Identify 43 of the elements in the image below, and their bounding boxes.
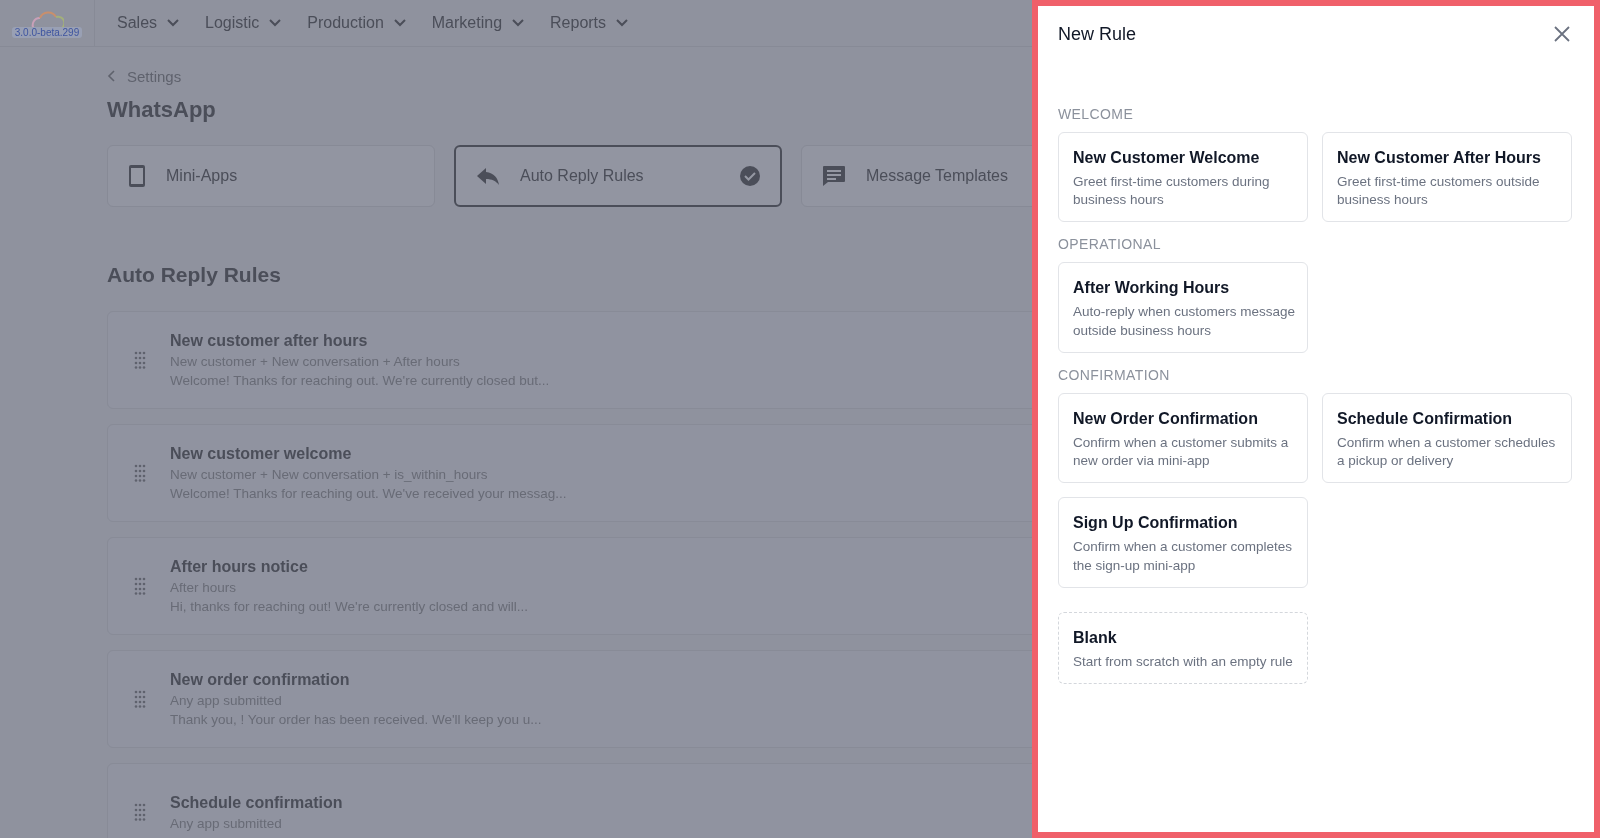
drag-handle-icon[interactable] [134, 803, 146, 821]
phone-icon [128, 164, 146, 188]
drag-handle-icon[interactable] [134, 464, 146, 482]
group-label: CONFIRMATION [1058, 366, 1171, 383]
nav-menu[interactable]: Production [307, 14, 406, 32]
nav-menu[interactable]: Logistic [205, 14, 282, 32]
rule-title: Schedule confirmation [170, 793, 343, 812]
template-card[interactable]: Schedule Confirmation Confirm when a customer schedules a pickup or delivery [1322, 392, 1572, 484]
template-card[interactable]: After Working Hours Auto-reply when customers message outside business hours [1058, 262, 1308, 353]
group-label: WELCOME [1058, 106, 1135, 122]
nav-menu[interactable]: Reports [550, 14, 629, 32]
template-card[interactable]: Sign Up Confirmation Confirm when a customer completes the sign-up mini-app [1058, 497, 1308, 588]
template-card[interactable]: New Customer After Hours Greet first-time customers outside business hours [1322, 132, 1572, 223]
template-card[interactable]: New Order Confirmation Confirm when a customer submits a new order via mini-app [1058, 392, 1308, 484]
settings-tab[interactable]: Auto Reply Rules [454, 145, 782, 207]
message-icon [822, 165, 846, 187]
section-title: Auto Reply Rules [107, 263, 282, 287]
chevron-down-icon [616, 19, 629, 27]
drag-handle-icon[interactable] [134, 690, 146, 708]
settings-tab[interactable]: Message Templates [801, 145, 1032, 207]
chevron-down-icon [512, 19, 525, 27]
drag-handle-icon[interactable] [134, 351, 146, 369]
chevron-down-icon [393, 19, 406, 27]
version-badge: 3.0.0-beta.299 [11, 26, 83, 38]
nav-menu[interactable]: Marketing [431, 14, 525, 32]
close-icon [1554, 26, 1570, 42]
page-title: WhatsApp [107, 97, 217, 123]
chevron-down-icon [167, 19, 180, 27]
group-label: OPERATIONAL [1058, 236, 1162, 253]
chevron-down-icon [269, 19, 282, 27]
chevron-left-icon [107, 70, 115, 82]
rule-title: After hours notice [170, 558, 309, 576]
drawer-title: New Rule [1058, 23, 1137, 45]
drag-handle-icon[interactable] [134, 577, 146, 595]
check-circle-icon [740, 166, 760, 186]
reply-icon [476, 166, 500, 186]
rule-title: New customer welcome [170, 445, 353, 463]
nav-menu[interactable]: Sales [117, 14, 180, 32]
rule-title: New customer after hours [170, 332, 369, 350]
rule-title: New order confirmation [170, 671, 351, 689]
template-card[interactable]: Blank Start from scratch with an empty rule [1058, 611, 1308, 684]
template-card[interactable]: New Customer Welcome Greet first-time customers during business hours [1058, 132, 1308, 223]
settings-tab[interactable]: Mini-Apps [107, 145, 435, 207]
